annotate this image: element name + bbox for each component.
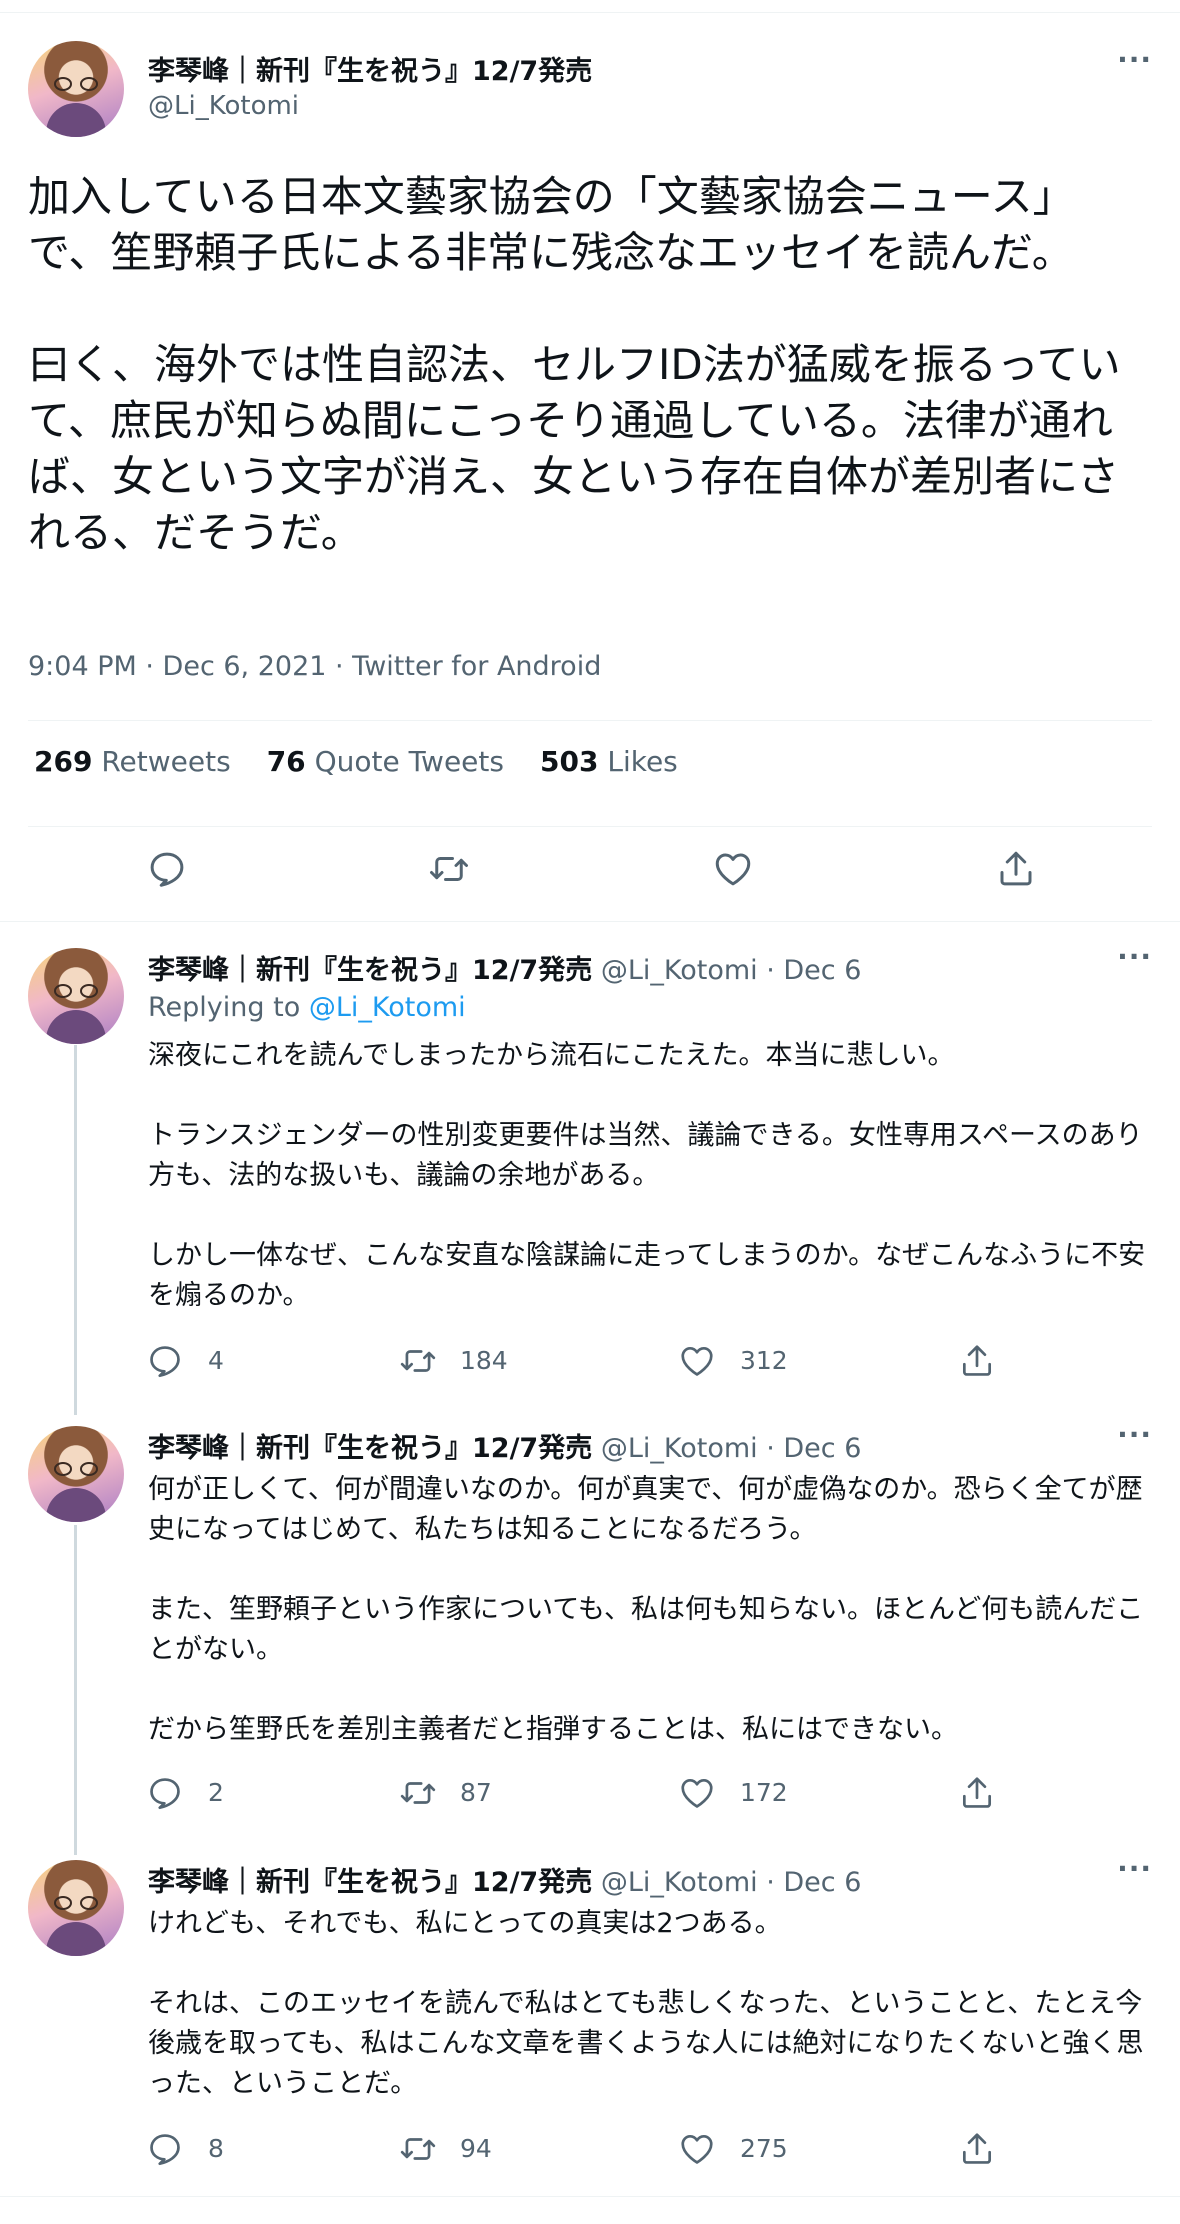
share-icon[interactable] [958, 1774, 996, 1812]
divider [0, 921, 1180, 922]
likes-stat[interactable]: 503 Likes [540, 745, 714, 778]
handle-date[interactable]: @Li_Kotomi · Dec 6 [592, 955, 862, 986]
share-icon[interactable] [958, 1342, 996, 1380]
reply-icon[interactable] [146, 1342, 184, 1380]
author-avatar[interactable] [28, 1426, 124, 1522]
author-avatar[interactable] [28, 41, 124, 137]
retweet-icon[interactable] [427, 848, 471, 890]
divider [0, 2196, 1180, 2197]
reply-count: 2 [208, 1778, 224, 1807]
like-count: 275 [740, 2134, 788, 2163]
like-icon[interactable] [678, 2130, 716, 2168]
like-count: 172 [740, 1778, 788, 1807]
reply-text: けれども、それでも、私にとっての真実は2つある。 それは、このエッセイを読んで私… [148, 1908, 1144, 2099]
retweet-icon[interactable] [398, 1774, 438, 1812]
like-count: 312 [740, 1346, 788, 1375]
retweet-icon[interactable] [398, 2130, 438, 2168]
handle-date[interactable]: @Li_Kotomi · Dec 6 [592, 1867, 862, 1898]
reply-icon[interactable] [146, 848, 188, 890]
replying-prefix: Replying to [148, 992, 309, 1023]
like-icon[interactable] [678, 1342, 716, 1380]
retweets-stat[interactable]: 269 Retweets [34, 745, 267, 778]
tweet-text: 加入している日本文藝家協会の「文藝家協会ニュース」で、笙野頼子氏による非常に残念… [28, 172, 1121, 557]
reply-count: 4 [208, 1346, 224, 1375]
divider [28, 826, 1152, 827]
reply-text: 何が正しくて、何が間違いなのか。何が真実で、何が虚偽なのか。恐らく全てが歴史にな… [148, 1474, 1144, 1745]
more-icon[interactable]: ··· [1117, 1418, 1152, 1451]
like-icon[interactable] [712, 848, 754, 890]
author-avatar[interactable] [28, 1860, 124, 1956]
replying-to-link[interactable]: @Li_Kotomi [309, 992, 466, 1023]
share-icon[interactable] [995, 848, 1037, 890]
quote-tweets-label: Quote Tweets [314, 745, 504, 778]
author-name[interactable]: 李琴峰｜新刊『生を祝う』12/7発売 [148, 1433, 592, 1464]
engagement-stats: 269 Retweets 76 Quote Tweets 503 Likes [34, 745, 714, 778]
more-icon[interactable]: ··· [1117, 1852, 1152, 1885]
author-name[interactable]: 李琴峰｜新刊『生を祝う』12/7発売 [148, 1867, 592, 1898]
reply-count: 8 [208, 2134, 224, 2163]
reply-header: 李琴峰｜新刊『生を祝う』12/7発売 @Li_Kotomi · Dec 6 [148, 1426, 861, 1465]
author-name[interactable]: 李琴峰｜新刊『生を祝う』12/7発売 [148, 49, 592, 88]
likes-label: Likes [607, 745, 678, 778]
reply-header: 李琴峰｜新刊『生を祝う』12/7発売 @Li_Kotomi · Dec 6 [148, 1860, 861, 1899]
retweet-icon[interactable] [398, 1342, 438, 1380]
replying-to: Replying to @Li_Kotomi [148, 992, 466, 1023]
author-avatar[interactable] [28, 948, 124, 1044]
retweets-label: Retweets [101, 745, 231, 778]
more-icon[interactable]: ··· [1117, 43, 1152, 76]
author-name[interactable]: 李琴峰｜新刊『生を祝う』12/7発売 [148, 955, 592, 986]
reply-icon[interactable] [146, 2130, 184, 2168]
thread-line [74, 1045, 77, 1415]
share-icon[interactable] [958, 2130, 996, 2168]
main-actions-bar [0, 848, 1180, 904]
more-icon[interactable]: ··· [1117, 940, 1152, 973]
top-divider [0, 12, 1180, 13]
reply-icon[interactable] [146, 1774, 184, 1812]
reply-text: 深夜にこれを読んでしまったから流石にこたえた。本当に悲しい。 トランスジェンダー… [148, 1040, 1146, 1311]
quote-tweets-count: 76 [266, 745, 306, 778]
author-handle[interactable]: @Li_Kotomi [148, 91, 299, 121]
like-icon[interactable] [678, 1774, 716, 1812]
retweets-count: 269 [34, 745, 93, 778]
quote-tweets-stat[interactable]: 76 Quote Tweets [267, 745, 540, 778]
reply-header: 李琴峰｜新刊『生を祝う』12/7発売 @Li_Kotomi · Dec 6 [148, 948, 861, 987]
retweet-count: 184 [460, 1346, 508, 1375]
thread-line [74, 1525, 77, 1855]
retweet-count: 94 [460, 2134, 492, 2163]
retweet-count: 87 [460, 1778, 492, 1807]
likes-count: 503 [539, 745, 599, 778]
divider [28, 720, 1152, 721]
tweet-meta[interactable]: 9:04 PM · Dec 6, 2021 · Twitter for Andr… [28, 651, 601, 682]
handle-date[interactable]: @Li_Kotomi · Dec 6 [592, 1433, 862, 1464]
